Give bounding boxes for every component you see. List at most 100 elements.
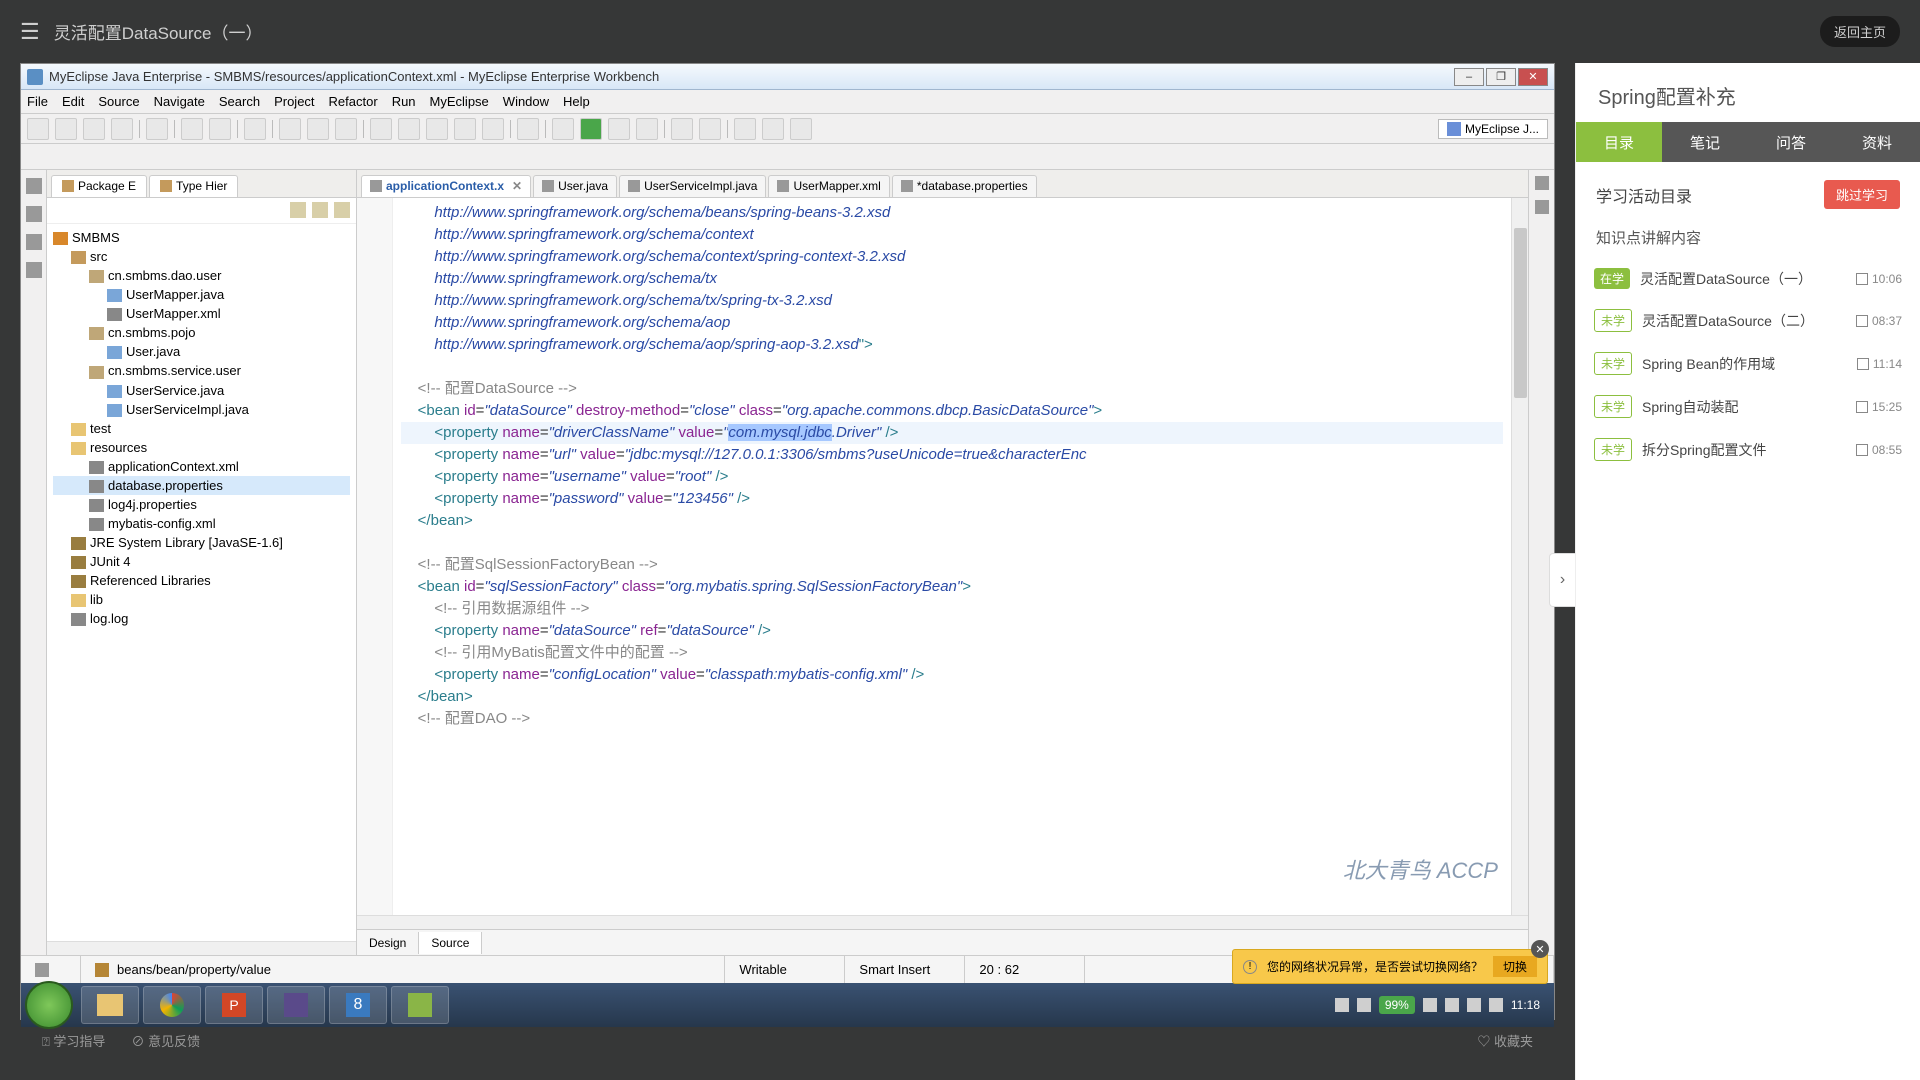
- sidebar-tab-3[interactable]: 资料: [1834, 122, 1920, 162]
- lesson-item[interactable]: 未学Spring Bean的作用域11:14: [1590, 342, 1906, 385]
- menu-myeclipse[interactable]: MyEclipse: [430, 94, 489, 109]
- tree-item[interactable]: UserMapper.java: [53, 285, 350, 304]
- sidebar-tab-0[interactable]: 目录: [1576, 122, 1662, 162]
- deploy-icon[interactable]: [146, 118, 168, 140]
- notepad-taskbtn[interactable]: [391, 986, 449, 1024]
- web-icon[interactable]: [335, 118, 357, 140]
- tree-item[interactable]: mybatis-config.xml: [53, 514, 350, 533]
- collapse-all-icon[interactable]: [290, 202, 306, 218]
- run-icon[interactable]: [580, 118, 602, 140]
- ant-icon[interactable]: [426, 118, 448, 140]
- ext-tool-icon[interactable]: [636, 118, 658, 140]
- maximize-button[interactable]: ❐: [1486, 68, 1516, 86]
- editor-content[interactable]: http://www.springframework.org/schema/be…: [393, 198, 1511, 915]
- link-editor-icon[interactable]: [312, 202, 328, 218]
- chrome-taskbtn[interactable]: [143, 986, 201, 1024]
- image-icon[interactable]: [26, 262, 42, 278]
- favorites-link[interactable]: ♡ 收藏夹: [1477, 1031, 1533, 1050]
- tree-item[interactable]: log.log: [53, 609, 350, 628]
- server-icon[interactable]: [244, 118, 266, 140]
- menu-help[interactable]: Help: [563, 94, 590, 109]
- tag-icon[interactable]: [790, 118, 812, 140]
- minimize-button[interactable]: –: [1454, 68, 1484, 86]
- lesson-item[interactable]: 在学灵活配置DataSource（一）10:06: [1590, 258, 1906, 299]
- project-tree[interactable]: SMBMSsrccn.smbms.dao.userUserMapper.java…: [47, 224, 356, 941]
- properties-icon[interactable]: [1535, 200, 1549, 214]
- wizard-icon[interactable]: [209, 118, 231, 140]
- tree-item[interactable]: UserServiceImpl.java: [53, 400, 350, 419]
- launch-icon[interactable]: [517, 118, 539, 140]
- tree-item[interactable]: cn.smbms.dao.user: [53, 266, 350, 285]
- menu-window[interactable]: Window: [503, 94, 549, 109]
- interface-icon[interactable]: [699, 118, 721, 140]
- class-icon[interactable]: [671, 118, 693, 140]
- explorer-taskbtn[interactable]: [81, 986, 139, 1024]
- editor-tab[interactable]: UserServiceImpl.java: [619, 175, 766, 197]
- eclipse-taskbtn[interactable]: [267, 986, 325, 1024]
- clock[interactable]: 11:18: [1511, 998, 1540, 1012]
- feedback-link[interactable]: ⊘ 意见反馈: [131, 1031, 200, 1050]
- tree-item[interactable]: JRE System Library [JavaSE-1.6]: [53, 533, 350, 552]
- tree-item[interactable]: Referenced Libraries: [53, 571, 350, 590]
- source-tab[interactable]: Source: [419, 932, 482, 954]
- search-icon[interactable]: [734, 118, 756, 140]
- j2ee-icon[interactable]: [398, 118, 420, 140]
- snippet-icon[interactable]: [26, 234, 42, 250]
- menu-navigate[interactable]: Navigate: [154, 94, 205, 109]
- editor-vscrollbar[interactable]: [1511, 198, 1528, 915]
- menu-run[interactable]: Run: [392, 94, 416, 109]
- tree-item[interactable]: UserMapper.xml: [53, 304, 350, 323]
- tray-icon-2[interactable]: [1357, 998, 1371, 1012]
- outline-icon[interactable]: [26, 178, 42, 194]
- servers-icon[interactable]: [26, 206, 42, 222]
- start-button[interactable]: [25, 981, 73, 1029]
- editor-body[interactable]: http://www.springframework.org/schema/be…: [357, 198, 1528, 915]
- collapse-sidebar-button[interactable]: ›: [1549, 553, 1575, 607]
- sidebar-tab-1[interactable]: 笔记: [1662, 122, 1748, 162]
- tree-item[interactable]: database.properties: [53, 476, 350, 495]
- save-all-icon[interactable]: [83, 118, 105, 140]
- tree-item[interactable]: test: [53, 419, 350, 438]
- tray-icon-6[interactable]: [1489, 998, 1503, 1012]
- tray-icon-3[interactable]: [1423, 998, 1437, 1012]
- tree-item[interactable]: JUnit 4: [53, 552, 350, 571]
- study-guide-link[interactable]: ⍰ 学习指导: [42, 1031, 105, 1050]
- menu-source[interactable]: Source: [98, 94, 139, 109]
- editor-hscrollbar[interactable]: [357, 915, 1528, 929]
- tree-item[interactable]: src: [53, 247, 350, 266]
- lesson-item[interactable]: 未学Spring自动装配15:25: [1590, 385, 1906, 428]
- perspective-switcher[interactable]: MyEclipse J...: [1438, 119, 1548, 139]
- profile-icon[interactable]: [608, 118, 630, 140]
- package-icon[interactable]: [181, 118, 203, 140]
- close-button[interactable]: ✕: [1518, 68, 1548, 86]
- powerpoint-taskbtn[interactable]: P: [205, 986, 263, 1024]
- lesson-item[interactable]: 未学拆分Spring配置文件08:55: [1590, 428, 1906, 471]
- build-icon[interactable]: [279, 118, 301, 140]
- tree-item[interactable]: SMBMS: [53, 228, 350, 247]
- explorer-scrollbar[interactable]: [47, 941, 356, 955]
- db-icon[interactable]: [370, 118, 392, 140]
- tree-item[interactable]: lib: [53, 590, 350, 609]
- back-home-button[interactable]: 返回主页: [1820, 16, 1900, 47]
- editor-tab[interactable]: applicationContext.x ✕: [361, 175, 531, 197]
- tray-icon-5[interactable]: [1467, 998, 1481, 1012]
- menu-edit[interactable]: Edit: [62, 94, 84, 109]
- switch-network-button[interactable]: 切换: [1493, 956, 1537, 977]
- sidebar-tab-2[interactable]: 问答: [1748, 122, 1834, 162]
- debug-icon[interactable]: [552, 118, 574, 140]
- skip-study-button[interactable]: 跳过学习: [1824, 180, 1900, 209]
- tree-item[interactable]: User.java: [53, 342, 350, 361]
- menu-search[interactable]: Search: [219, 94, 260, 109]
- tree-item[interactable]: log4j.properties: [53, 495, 350, 514]
- tree-item[interactable]: resources: [53, 438, 350, 457]
- menu-icon[interactable]: ☰: [20, 19, 40, 45]
- close-tab-icon[interactable]: ✕: [512, 179, 522, 193]
- notification-close-icon[interactable]: ✕: [1531, 940, 1549, 958]
- xml-icon[interactable]: [454, 118, 476, 140]
- tree-item[interactable]: cn.smbms.pojo: [53, 323, 350, 342]
- view-menu-icon[interactable]: [334, 202, 350, 218]
- tree-item[interactable]: UserService.java: [53, 381, 350, 400]
- menu-refactor[interactable]: Refactor: [329, 94, 378, 109]
- tab-package-explorer[interactable]: Package E: [51, 175, 147, 197]
- print-icon[interactable]: [111, 118, 133, 140]
